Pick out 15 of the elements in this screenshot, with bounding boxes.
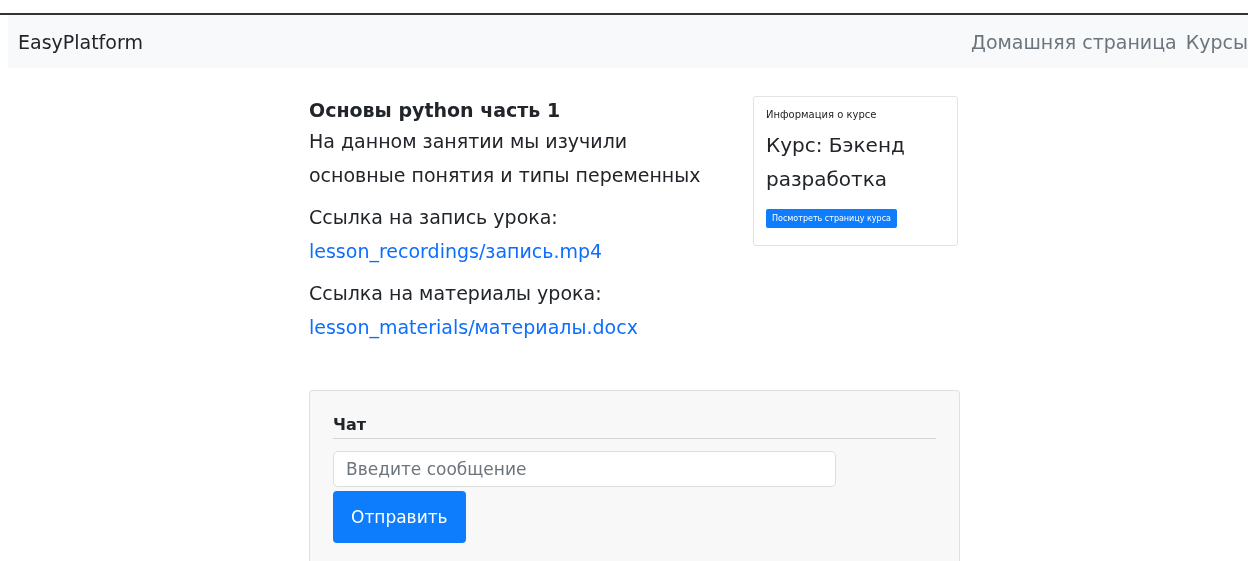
message-field[interactable]: Введите сообщение	[333, 451, 836, 487]
resource-link[interactable]: lesson_materials/материалы.docx	[309, 310, 729, 344]
course-name: Курс: Бэкенд разработка	[766, 132, 906, 193]
brand-name[interactable]: EasyPlatform	[18, 30, 143, 53]
view-course-button[interactable]: Посмотреть страницу курса	[766, 209, 897, 228]
chat-title: Чат	[333, 415, 936, 439]
resource-link[interactable]: lesson_recordings/запись.mp4	[309, 234, 729, 268]
lesson-title: Основы python часть 1	[309, 98, 562, 123]
send-button[interactable]: Отправить	[333, 491, 466, 543]
nav-link[interactable]: Домашняя страница	[971, 30, 1177, 53]
card-heading: Информация о курсе	[766, 109, 878, 120]
resource-label: Ссылка на запись урока:	[309, 205, 559, 230]
resource-label: Ссылка на материалы урока:	[309, 281, 603, 306]
lesson-description: На данном занятии мы изучили основные понятия и типы переменных	[309, 129, 702, 188]
nav-link[interactable]: Курсы	[1185, 30, 1248, 53]
